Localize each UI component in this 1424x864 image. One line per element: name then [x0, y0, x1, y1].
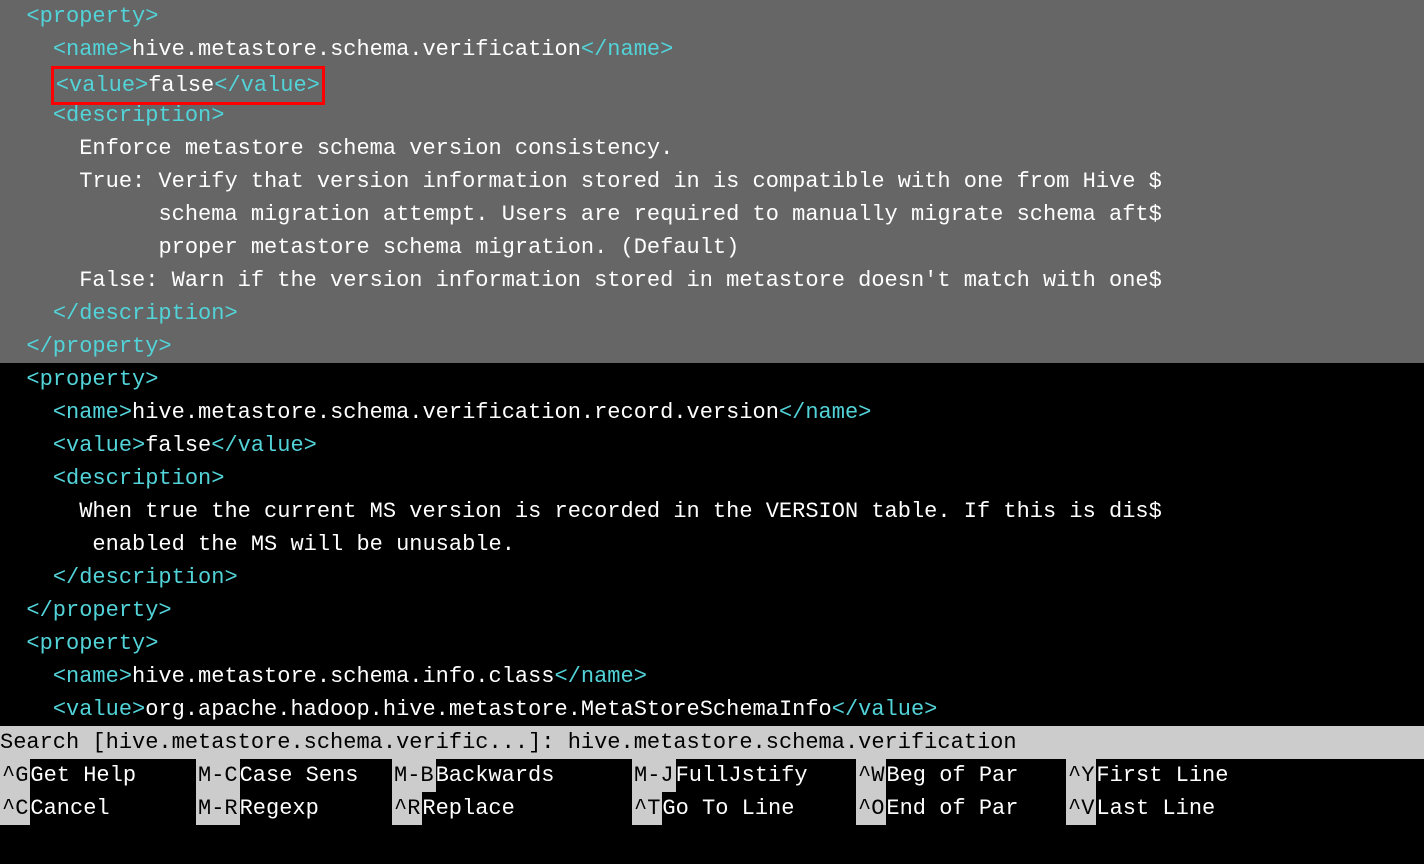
shortcut-cancel[interactable]: ^C Cancel — [0, 792, 196, 825]
editor-area[interactable]: <property> <name>hive.metastore.schema.v… — [0, 0, 1424, 726]
code-line: <description> — [0, 462, 1424, 495]
code-line: schema migration attempt. Users are requ… — [0, 198, 1424, 231]
code-line: </property> — [0, 594, 1424, 627]
code-line: </description> — [0, 561, 1424, 594]
menu-row-2: ^C Cancel M-R Regexp ^R Replace ^T Go To… — [0, 792, 1424, 825]
shortcut-go-to-line[interactable]: ^T Go To Line — [632, 792, 856, 825]
code-line: True: Verify that version information st… — [0, 165, 1424, 198]
code-line: <name>hive.metastore.schema.verification… — [0, 33, 1424, 66]
code-line-highlighted: <value>false</value> — [0, 66, 1424, 99]
code-line: When true the current MS version is reco… — [0, 495, 1424, 528]
menu-row-1: ^G Get Help M-C Case Sens M-B Backwards … — [0, 759, 1424, 792]
shortcut-last-line[interactable]: ^V Last Line — [1066, 792, 1215, 825]
code-line: False: Warn if the version information s… — [0, 264, 1424, 297]
shortcut-backwards[interactable]: M-B Backwards — [392, 759, 632, 792]
cursor — [1017, 729, 1029, 755]
code-line: </description> — [0, 297, 1424, 330]
shortcut-end-of-par[interactable]: ^O End of Par — [856, 792, 1066, 825]
code-line: <property> — [0, 363, 1424, 396]
shortcut-get-help[interactable]: ^G Get Help — [0, 759, 196, 792]
code-line: <name>hive.metastore.schema.info.class</… — [0, 660, 1424, 693]
code-line: <property> — [0, 627, 1424, 660]
search-prompt[interactable]: Search [hive.metastore.schema.verific...… — [0, 726, 1424, 759]
code-line: <value>false</value> — [0, 429, 1424, 462]
shortcut-regexp[interactable]: M-R Regexp — [196, 792, 392, 825]
shortcut-case-sens[interactable]: M-C Case Sens — [196, 759, 392, 792]
code-line: Enforce metastore schema version consist… — [0, 132, 1424, 165]
code-line: proper metastore schema migration. (Defa… — [0, 231, 1424, 264]
shortcut-replace[interactable]: ^R Replace — [392, 792, 632, 825]
shortcut-beg-of-par[interactable]: ^W Beg of Par — [856, 759, 1066, 792]
code-line: </property> — [0, 330, 1424, 363]
code-line: <value>org.apache.hadoop.hive.metastore.… — [0, 693, 1424, 726]
code-line: enabled the MS will be unusable. — [0, 528, 1424, 561]
shortcut-menu: ^G Get Help M-C Case Sens M-B Backwards … — [0, 759, 1424, 825]
code-line: <name>hive.metastore.schema.verification… — [0, 396, 1424, 429]
code-line: <property> — [0, 0, 1424, 33]
shortcut-fulljustify[interactable]: M-J FullJstify — [632, 759, 856, 792]
shortcut-first-line[interactable]: ^Y First Line — [1066, 759, 1228, 792]
code-line: <description> — [0, 99, 1424, 132]
